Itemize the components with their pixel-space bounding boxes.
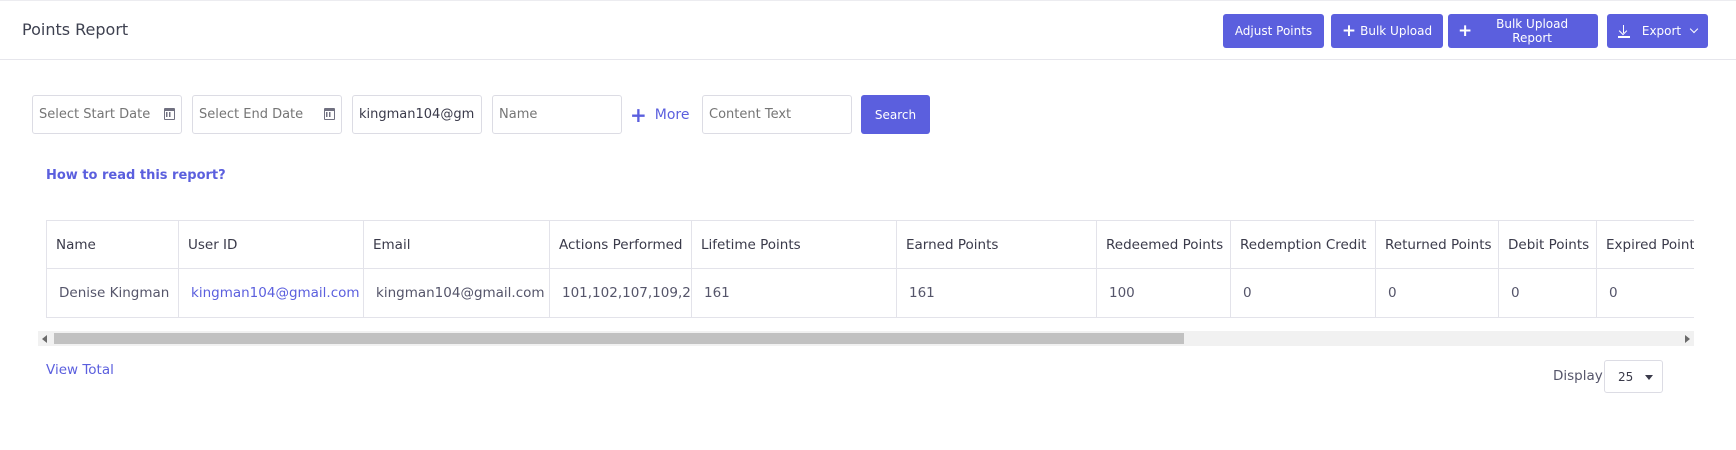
points-table-container: Name User ID Email Actions Performed Lifetim… bbox=[46, 220, 1694, 318]
user-id-link[interactable]: kingman104@gmail.com bbox=[178, 268, 364, 318]
table-cell: 161 bbox=[896, 268, 1097, 318]
table-cell: 0 bbox=[1498, 268, 1597, 318]
column-header: Redeemed Points bbox=[1096, 220, 1231, 269]
display-label: Display bbox=[1553, 368, 1603, 384]
page-size-value: 25 bbox=[1618, 369, 1634, 384]
end-date-field[interactable] bbox=[192, 95, 342, 134]
scroll-left-icon[interactable] bbox=[42, 335, 47, 343]
column-header: Redemption Credit bbox=[1230, 220, 1376, 269]
column-header: Expired Points bbox=[1596, 220, 1694, 269]
plus-icon: + bbox=[1341, 20, 1357, 41]
column-header: Name bbox=[46, 220, 179, 269]
name-field[interactable] bbox=[492, 95, 622, 134]
table-cell: 0 bbox=[1596, 268, 1694, 318]
page-header: Points Report Adjust Points + Bulk Uploa… bbox=[0, 0, 1736, 60]
filter-bar: + More Search bbox=[0, 95, 1736, 135]
table-header-row: Name User ID Email Actions Performed Lifetim… bbox=[46, 220, 1694, 269]
calendar-icon[interactable] bbox=[164, 108, 175, 120]
table-cell: 0 bbox=[1230, 268, 1376, 318]
column-header: Actions Performed bbox=[549, 220, 692, 269]
table-cell: 100 bbox=[1096, 268, 1231, 318]
bulk-upload-report-label: Bulk Upload Report bbox=[1496, 17, 1569, 45]
end-date-input[interactable] bbox=[199, 107, 335, 122]
column-header: Returned Points bbox=[1375, 220, 1499, 269]
scrollbar-thumb[interactable] bbox=[54, 333, 1184, 344]
table-cell: Denise Kingman bbox=[46, 268, 179, 318]
points-table: Name User ID Email Actions Performed Lifetim… bbox=[46, 220, 1694, 318]
page-title: Points Report bbox=[22, 20, 129, 39]
table-cell: 161 bbox=[691, 268, 897, 318]
more-label: More bbox=[654, 107, 690, 123]
chevron-down-icon bbox=[1689, 24, 1699, 34]
horizontal-scrollbar[interactable] bbox=[38, 331, 1694, 346]
search-button[interactable]: Search bbox=[861, 95, 930, 134]
column-header: Earned Points bbox=[896, 220, 1097, 269]
column-header: Lifetime Points bbox=[691, 220, 897, 269]
email-field[interactable] bbox=[352, 95, 482, 134]
name-input[interactable] bbox=[499, 107, 615, 122]
adjust-points-button[interactable]: Adjust Points bbox=[1223, 14, 1324, 48]
bulk-upload-button[interactable]: + Bulk Upload bbox=[1331, 14, 1443, 48]
plus-icon: + bbox=[630, 103, 647, 127]
bulk-upload-report-button[interactable]: + Bulk Upload Report bbox=[1448, 14, 1598, 48]
more-filters-link[interactable]: + More bbox=[630, 105, 689, 125]
export-button[interactable]: Export bbox=[1607, 14, 1708, 48]
column-header: User ID bbox=[178, 220, 364, 269]
column-header: Email bbox=[363, 220, 550, 269]
table-cell: 101,102,107,109,204 bbox=[549, 268, 692, 318]
export-label: Export bbox=[1641, 24, 1682, 38]
email-input[interactable] bbox=[359, 107, 475, 122]
table-cell: 0 bbox=[1375, 268, 1499, 318]
column-header: Debit Points bbox=[1498, 220, 1597, 269]
calendar-icon[interactable] bbox=[324, 108, 335, 120]
page-size-select[interactable]: 25 bbox=[1604, 360, 1663, 393]
start-date-input[interactable] bbox=[39, 107, 175, 122]
table-cell: kingman104@gmail.com bbox=[363, 268, 550, 318]
plus-icon: + bbox=[1458, 20, 1473, 41]
start-date-field[interactable] bbox=[32, 95, 182, 134]
content-text-input[interactable] bbox=[709, 107, 845, 122]
content-text-field[interactable] bbox=[702, 95, 852, 134]
table-row: Denise Kingman kingman104@gmail.com kingma… bbox=[46, 268, 1694, 318]
download-icon bbox=[1617, 24, 1630, 38]
bulk-upload-label: Bulk Upload bbox=[1360, 24, 1433, 38]
adjust-points-label: Adjust Points bbox=[1234, 24, 1313, 38]
how-to-read-link[interactable]: How to read this report? bbox=[46, 168, 226, 183]
caret-down-icon bbox=[1645, 375, 1653, 380]
scroll-right-icon[interactable] bbox=[1685, 335, 1690, 343]
view-total-link[interactable]: View Total bbox=[46, 362, 114, 378]
